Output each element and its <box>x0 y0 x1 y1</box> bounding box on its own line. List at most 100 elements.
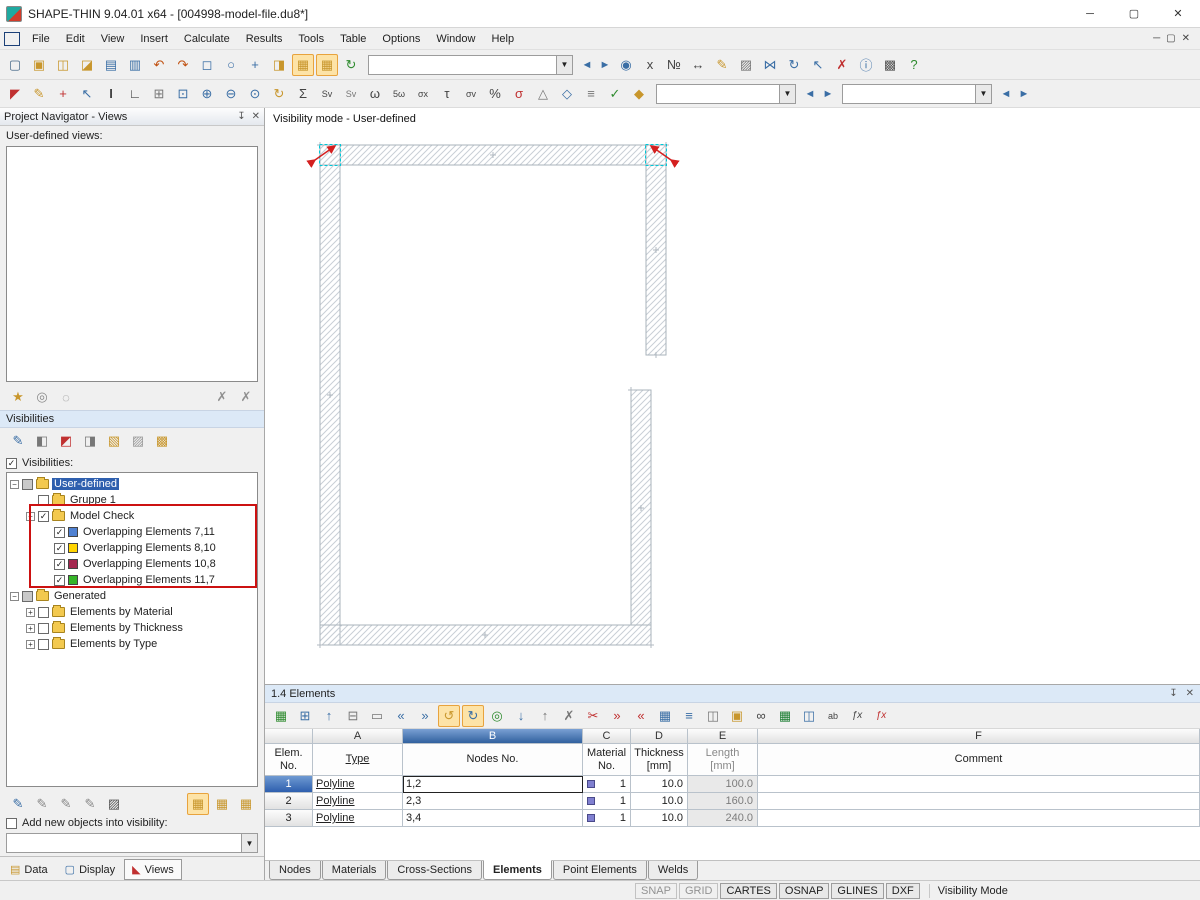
thickness-cell[interactable]: 10.0 <box>631 793 688 810</box>
table-tab[interactable]: Point Elements <box>552 861 647 880</box>
table-tab[interactable]: Nodes <box>269 861 321 880</box>
table-tab[interactable]: Elements <box>483 860 552 880</box>
column-letter-e[interactable]: E <box>688 729 758 744</box>
delete-icon[interactable]: ✗ <box>831 54 853 76</box>
delete-view-button[interactable]: ✎ <box>55 793 77 815</box>
new-user-view-button[interactable]: ✎ <box>7 793 29 815</box>
pin-icon[interactable]: ↧ <box>237 111 245 122</box>
nodes-cell[interactable]: 1,2 <box>403 776 583 793</box>
delete-rows-icon[interactable]: ✂ <box>582 705 604 727</box>
mirror-icon[interactable]: ⋈ <box>759 54 781 76</box>
navigator-tab[interactable]: ◣ Views <box>124 859 182 880</box>
row-new-icon[interactable]: ⊟ <box>342 705 364 727</box>
link-view-button[interactable]: ◌ <box>55 386 77 408</box>
view-combo[interactable]: ▼ <box>368 54 573 75</box>
edit-pencil-icon[interactable]: ✎ <box>28 83 50 105</box>
tree-item[interactable]: Elements by Material <box>7 604 257 620</box>
element-number-cell[interactable]: 2 <box>265 793 313 810</box>
table-tab[interactable]: Materials <box>321 861 387 880</box>
tree-checkbox[interactable] <box>38 606 49 618</box>
function-delete-icon[interactable]: ƒx <box>870 705 892 727</box>
tree-expander[interactable] <box>26 623 35 633</box>
filter-icon[interactable]: ◫ <box>702 705 724 727</box>
save-icon[interactable]: ◫ <box>52 54 74 76</box>
tree-item-label[interactable]: Elements by Thickness <box>68 622 185 634</box>
tree-item-label[interactable]: Overlapping Elements 8,10 <box>81 542 218 554</box>
visibility-show-all-button[interactable]: ▧ <box>103 430 125 452</box>
view-grid-icon[interactable]: ▦ <box>654 705 676 727</box>
new-file-icon[interactable]: ▢ <box>4 54 26 76</box>
minimize-button[interactable]: ─ <box>1068 0 1112 27</box>
help-icon[interactable]: ? <box>903 54 925 76</box>
type-cell[interactable]: Polyline <box>313 810 403 827</box>
menu-item[interactable]: Edit <box>58 30 93 48</box>
forward-button[interactable]: ► <box>596 55 614 75</box>
menu-item[interactable]: File <box>24 30 58 48</box>
next-view-button[interactable]: ► <box>1015 84 1033 104</box>
tree-item-label[interactable]: Elements by Material <box>68 606 175 618</box>
tree-checkbox[interactable] <box>54 526 65 538</box>
status-toggle[interactable]: SNAP <box>635 882 677 899</box>
print-preview-icon[interactable]: ▥ <box>124 54 146 76</box>
column-letter-f[interactable]: F <box>758 729 1200 744</box>
open-file-icon[interactable]: ▣ <box>28 54 50 76</box>
maximize-button[interactable]: ▢ <box>1112 0 1156 27</box>
status-toggle[interactable]: CARTES <box>720 882 777 899</box>
element-number-cell[interactable]: 3 <box>265 810 313 827</box>
tree-expander[interactable] <box>26 511 35 521</box>
window-arrangement-1-button[interactable]: ▦ <box>187 793 209 815</box>
row-up-icon[interactable]: ↑ <box>318 705 340 727</box>
weld-icon[interactable]: △ <box>532 83 554 105</box>
render-icon[interactable]: ▩ <box>879 54 901 76</box>
menu-item[interactable]: Calculate <box>176 30 238 48</box>
status-toggle[interactable]: GLINES <box>831 882 884 899</box>
grid-settings-icon[interactable]: ⊞ <box>148 83 170 105</box>
menu-item[interactable]: Options <box>374 30 428 48</box>
navigator-tab[interactable]: ▤ Data <box>2 859 56 880</box>
new-view-button[interactable]: ★ <box>7 386 29 408</box>
prev-view-button[interactable]: ◄ <box>997 84 1015 104</box>
save-copy-icon[interactable]: ◪ <box>76 54 98 76</box>
close-icon[interactable]: ✕ <box>1186 688 1194 699</box>
go-to-graphic-icon[interactable]: ◉ <box>615 54 637 76</box>
spectacles-icon[interactable]: ∞ <box>750 705 772 727</box>
status-toggle[interactable]: GRID <box>678 882 719 899</box>
tree-expander[interactable] <box>10 479 19 489</box>
partial-view-combo[interactable]: ▼ <box>842 83 992 104</box>
tree-item[interactable]: Gruppe 1 <box>7 492 257 508</box>
menu-item[interactable]: Help <box>483 30 522 48</box>
tree-item[interactable]: Overlapping Elements 10,8 <box>7 556 257 572</box>
window-arrangement-2-button[interactable]: ▦ <box>211 793 233 815</box>
undo-table-icon[interactable]: ↺ <box>438 704 460 727</box>
table-tab[interactable]: Cross-Sections <box>387 861 482 880</box>
tree-checkbox[interactable] <box>54 574 65 586</box>
globe-icon[interactable]: ◎ <box>486 705 508 727</box>
column-letter-a[interactable]: A <box>313 729 403 744</box>
go-last-icon[interactable]: » <box>414 705 436 727</box>
redo-icon[interactable]: ↷ <box>172 54 194 76</box>
comment-icon[interactable]: ✎ <box>711 54 733 76</box>
chevron-down-icon[interactable]: ▼ <box>241 834 257 852</box>
sigma-pl-icon[interactable]: σ <box>508 83 530 105</box>
zoom-all-icon[interactable]: ⊙ <box>244 83 266 105</box>
insert-rows-icon[interactable]: » <box>606 705 628 727</box>
add-new-objects-checkbox[interactable] <box>6 817 17 829</box>
arrow-down-icon[interactable]: ↓ <box>510 705 532 727</box>
table-check-icon[interactable]: ▦ <box>270 705 292 727</box>
dimension-icon[interactable]: ↔ <box>687 54 709 76</box>
clear-row-icon[interactable]: ▭ <box>366 705 388 727</box>
thickness-cell[interactable]: 10.0 <box>631 776 688 793</box>
tree-item-label[interactable]: Gruppe 1 <box>68 494 118 506</box>
mdi-system-icon[interactable] <box>4 31 20 46</box>
menu-item[interactable]: Insert <box>132 30 176 48</box>
percent-icon[interactable]: % <box>484 83 506 105</box>
zoom-out-icon[interactable]: ⊖ <box>220 83 242 105</box>
visibility-hide-button[interactable]: ▨ <box>127 430 149 452</box>
redo-table-icon[interactable]: ↻ <box>462 704 484 727</box>
excel-export-icon[interactable]: ▦ <box>774 705 796 727</box>
prev-visibility-button[interactable]: ◄ <box>801 84 819 104</box>
tree-item-label[interactable]: Overlapping Elements 7,11 <box>81 526 217 538</box>
tree-item[interactable]: Model Check <box>7 508 257 524</box>
mdi-close-button[interactable]: ✕ <box>1182 33 1190 44</box>
coordinate-xyz-icon[interactable]: x <box>639 54 661 76</box>
